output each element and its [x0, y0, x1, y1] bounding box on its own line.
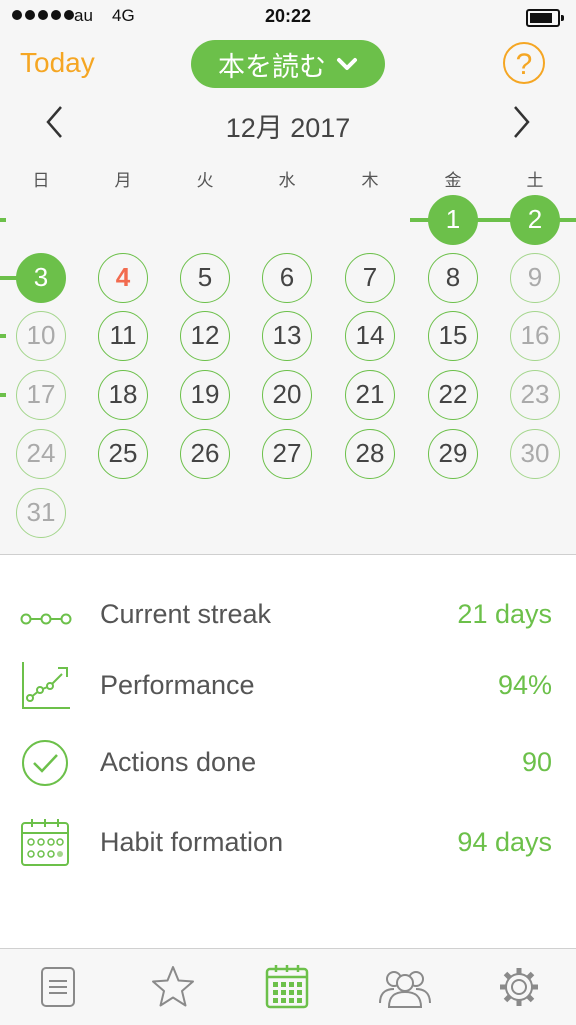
today-button[interactable]: Today	[20, 47, 95, 79]
calendar-day[interactable]: 15	[428, 311, 478, 361]
calendar-day[interactable]: 28	[345, 429, 395, 479]
calendar-day[interactable]: 24	[16, 429, 66, 479]
calendar-day[interactable]: 31	[16, 488, 66, 538]
habit-name: 本を読む	[218, 51, 326, 82]
weekday-label: 金	[444, 171, 462, 190]
weekday-label: 土	[526, 171, 544, 190]
calendar-day[interactable]: 8	[428, 253, 478, 303]
stat-label: Current streak	[100, 599, 272, 629]
weekday-label: 木	[361, 171, 379, 190]
stat-value: 94 days	[457, 827, 552, 857]
stat-performance: Performance 94%	[0, 656, 576, 716]
weekday-label: 火	[196, 171, 214, 190]
calendar-day[interactable]: 25	[98, 429, 148, 479]
stat-value: 90	[521, 747, 552, 777]
stat-label: Habit formation	[100, 827, 284, 857]
weekday-label: 月	[114, 171, 132, 190]
calendar-day[interactable]: 20	[262, 370, 312, 420]
calendar-day[interactable]: 29	[428, 429, 478, 479]
calendar-day[interactable]: 26	[180, 429, 230, 479]
status-bar: au 4G 20:22	[0, 0, 576, 34]
check-circle-icon	[22, 740, 68, 786]
calendar-day[interactable]: 2	[510, 195, 560, 245]
calendar-day[interactable]: 12	[180, 311, 230, 361]
calendar-day[interactable]: 30	[510, 429, 560, 479]
stat-actions-done: Actions done 90	[0, 733, 576, 793]
calendar-day[interactable]: 23	[510, 370, 560, 420]
settings-tab[interactable]	[494, 963, 544, 1011]
calendar-day[interactable]: 18	[98, 370, 148, 420]
calendar-day[interactable]: 16	[510, 311, 560, 361]
calendar-day[interactable]: 19	[180, 370, 230, 420]
help-button[interactable]: ?	[503, 42, 545, 84]
stat-label: Performance	[100, 670, 255, 700]
favorites-tab[interactable]	[148, 963, 198, 1011]
calendar-day[interactable]: 6	[262, 253, 312, 303]
stat-label: Actions done	[100, 747, 257, 777]
calendar-grid-icon	[21, 819, 69, 866]
calendar-day[interactable]: 1	[428, 195, 478, 245]
calendar-day[interactable]: 11	[98, 311, 148, 361]
stat-habit-formation: Habit formation 94 days	[0, 813, 576, 873]
calendar-day[interactable]: 14	[345, 311, 395, 361]
stat-value: 21 days	[457, 599, 552, 629]
calendar-day[interactable]: 27	[262, 429, 312, 479]
streak-connector	[0, 218, 6, 222]
calendar-tab[interactable]	[262, 963, 312, 1011]
habit-selector-button[interactable]: 本を読む	[191, 40, 385, 88]
calendar-day[interactable]: 21	[345, 370, 395, 420]
battery-icon	[526, 9, 564, 27]
stats-panel: Current streak 21 days Performance 94% A…	[0, 555, 576, 948]
stat-current-streak: Current streak 21 days	[0, 585, 576, 645]
streak-connector	[0, 393, 6, 397]
calendar-day[interactable]: 3	[16, 253, 66, 303]
month-title: 12月 2017	[225, 113, 351, 143]
weekday-label: 水	[278, 171, 296, 190]
calendar-day[interactable]: 10	[16, 311, 66, 361]
weekday-label: 日	[32, 171, 50, 190]
chevron-right-icon[interactable]	[506, 104, 536, 140]
streak-connector	[0, 334, 6, 338]
calendar-day[interactable]: 4	[98, 253, 148, 303]
calendar-day[interactable]: 22	[428, 370, 478, 420]
chevron-down-icon	[337, 58, 357, 70]
community-tab[interactable]	[376, 963, 434, 1011]
stat-value: 94%	[497, 670, 552, 700]
calendar-day[interactable]: 13	[262, 311, 312, 361]
calendar-day[interactable]: 9	[510, 253, 560, 303]
tab-bar	[0, 948, 576, 1025]
status-time: 20:22	[264, 6, 312, 26]
notes-tab[interactable]	[33, 963, 83, 1011]
calendar-day[interactable]: 17	[16, 370, 66, 420]
calendar-day[interactable]: 7	[345, 253, 395, 303]
streak-icon	[20, 613, 72, 625]
calendar-day[interactable]: 5	[180, 253, 230, 303]
performance-chart-icon	[22, 662, 70, 709]
